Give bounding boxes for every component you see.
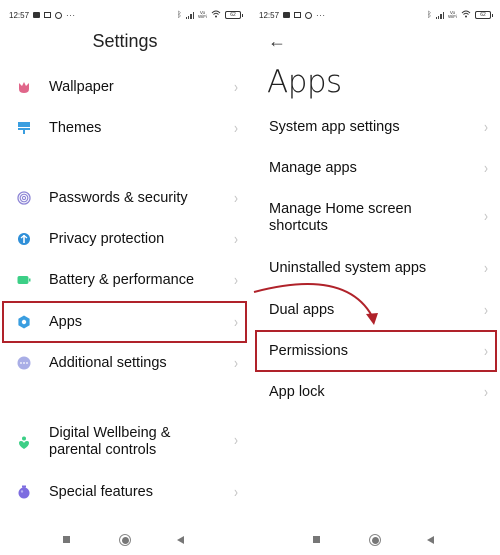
settings-item-battery-performance[interactable]: Battery & performance › [0,271,250,289]
apps-item-manage-home-screen-shortcuts[interactable]: Manage Home screen shortcuts › [250,201,500,237]
special-features-icon [17,485,31,499]
wallpaper-icon [17,80,31,94]
wifi-icon [461,10,471,20]
settings-item-digital-wellbeing[interactable]: Digital Wellbeing & parental controls › [0,425,250,461]
apps-item-label: Manage Home screen shortcuts [269,201,412,234]
battery-indicator: 62 [225,11,243,19]
navigation-bar [250,533,500,547]
notification-icon [44,12,52,18]
recents-button[interactable] [313,536,320,543]
settings-item-label: Special features [49,483,153,500]
apps-item-manage-apps[interactable]: Manage apps › [250,159,500,177]
chevron-right-icon: › [484,117,488,137]
notification-icon [294,12,302,18]
gear-icon [17,315,31,329]
settings-item-apps[interactable]: Apps › [0,313,250,331]
settings-item-label: Passwords & security [49,189,188,206]
message-icon [283,12,291,18]
apps-item-label: Uninstalled system apps [269,259,427,276]
vowifi-icon: Vo WiFi [448,10,457,19]
back-button[interactable] [427,536,434,544]
apps-item-label: Permissions [269,342,348,359]
apps-item-label: Manage apps [269,159,357,176]
app-notification-icon [55,11,63,19]
navigation-bar [0,533,250,547]
recents-button[interactable] [63,536,70,543]
wifi-icon [211,10,221,20]
page-title: Settings [92,31,158,51]
chevron-right-icon: › [234,482,238,502]
chevron-right-icon: › [484,341,488,361]
settings-item-label: Battery & performance [49,271,195,288]
back-arrow-icon[interactable]: ← [268,30,286,52]
settings-item-additional-settings[interactable]: Additional settings › [0,354,250,372]
more-notifications-icon: ··· [316,10,326,20]
chevron-right-icon: › [234,270,238,290]
signal-icon [435,11,444,19]
settings-item-wallpaper[interactable]: Wallpaper › [0,78,250,96]
clock: 12:57 [259,10,280,20]
settings-screen: 12:57 ··· ᛒ Vo WiFi 62 Settings Wallpaper… [0,0,250,555]
signal-icon [185,11,194,19]
apps-item-permissions[interactable]: Permissions › [250,342,500,360]
chevron-right-icon: › [234,77,238,97]
back-button[interactable] [177,536,184,544]
vowifi-bottom: WiFi [448,14,457,19]
apps-item-dual-apps[interactable]: Dual apps › [250,301,500,319]
bluetooth-icon: ᛒ [427,10,432,19]
chevron-right-icon: › [234,353,238,373]
app-notification-icon [305,11,313,19]
vowifi-bottom: WiFi [198,14,207,19]
chevron-right-icon: › [484,258,488,278]
chevron-right-icon: › [234,188,238,208]
chevron-right-icon: › [484,158,488,178]
settings-item-label: Apps [49,313,83,330]
apps-item-label: App lock [269,383,325,400]
settings-item-passwords-security[interactable]: Passwords & security › [0,189,250,207]
home-button[interactable] [369,534,381,546]
chevron-right-icon: › [484,300,488,320]
status-bar: 12:57 ··· ᛒ Vo WiFi 62 [259,8,493,22]
clock: 12:57 [9,10,30,20]
settings-item-label: Themes [49,119,102,136]
settings-item-label: Wallpaper [49,78,114,95]
chevron-right-icon: › [234,312,238,332]
chevron-right-icon: › [234,430,238,450]
apps-item-uninstalled-system-apps[interactable]: Uninstalled system apps › [250,259,500,277]
bluetooth-icon: ᛒ [177,10,182,19]
settings-item-themes[interactable]: Themes › [0,119,250,137]
page-title: Apps [267,64,342,100]
apps-item-system-app-settings[interactable]: System app settings › [250,118,500,136]
message-icon [33,12,41,18]
battery-icon [17,273,31,287]
vowifi-icon: Vo WiFi [198,10,207,19]
privacy-icon [17,232,31,246]
apps-item-label: System app settings [269,118,400,135]
apps-item-app-lock[interactable]: App lock › [250,383,500,401]
themes-icon [17,121,31,135]
chevron-right-icon: › [484,206,488,226]
settings-item-label: Additional settings [49,354,167,371]
battery-indicator: 62 [475,11,493,19]
apps-screen: 12:57 ··· ᛒ Vo WiFi 62 ← Apps System app … [250,0,500,555]
settings-item-label: Privacy protection [49,230,165,247]
apps-item-label: Dual apps [269,301,335,318]
status-bar: 12:57 ··· ᛒ Vo WiFi 62 [9,8,243,22]
settings-item-privacy-protection[interactable]: Privacy protection › [0,230,250,248]
more-icon [17,356,31,370]
chevron-right-icon: › [234,118,238,138]
fingerprint-icon [17,191,31,205]
more-notifications-icon: ··· [66,10,76,20]
settings-item-label: Digital Wellbeing & parental controls [49,425,171,458]
chevron-right-icon: › [234,229,238,249]
wellbeing-icon [17,436,31,450]
home-button[interactable] [119,534,131,546]
chevron-right-icon: › [484,382,488,402]
settings-item-special-features[interactable]: Special features › [0,483,250,501]
